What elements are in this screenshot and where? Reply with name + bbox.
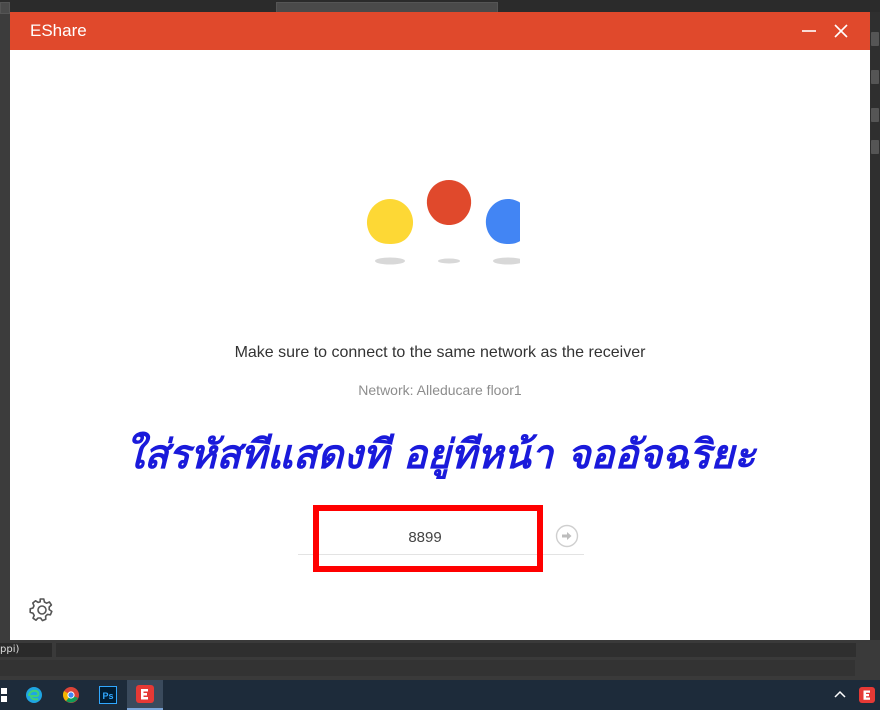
- panel-icon: [871, 32, 879, 46]
- connection-illustration: [366, 180, 520, 265]
- background-status-label: ppi): [0, 643, 52, 657]
- taskbar: Ps: [0, 680, 880, 710]
- taskbar-eshare[interactable]: [127, 680, 163, 710]
- background-scrollbar[interactable]: [56, 643, 856, 657]
- minimize-button[interactable]: [797, 19, 821, 43]
- chevron-up-icon: [834, 690, 846, 698]
- eshare-window: EShare Make sure to connect to the same: [10, 12, 870, 640]
- minimize-icon: [802, 30, 816, 32]
- yellow-pin-icon: [366, 199, 414, 265]
- panel-icon: [871, 70, 879, 84]
- edge-icon: [26, 687, 42, 703]
- taskbar-edge[interactable]: [16, 680, 52, 710]
- arrow-right-circle-icon: [555, 524, 579, 548]
- taskbar-photoshop[interactable]: Ps: [90, 680, 126, 710]
- background-tab: [0, 2, 10, 14]
- panel-icon: [871, 140, 879, 154]
- title-bar[interactable]: EShare: [10, 12, 870, 50]
- taskbar-chrome[interactable]: [53, 680, 89, 710]
- windows-start-icon: [1, 688, 7, 702]
- chrome-icon: [63, 687, 79, 703]
- settings-button[interactable]: [28, 596, 56, 624]
- close-icon: [834, 24, 848, 38]
- background-app-top-bar: [0, 0, 880, 14]
- red-pin-icon: [426, 180, 472, 264]
- close-button[interactable]: [829, 19, 853, 43]
- thai-annotation: ใส่รหัสทีแสดงที อยู่ทีหน้า จออัจฉริยะ: [124, 431, 756, 478]
- pin-code-input[interactable]: [330, 522, 520, 552]
- window-title: EShare: [30, 21, 87, 40]
- gear-icon: [29, 598, 53, 622]
- network-name: Network: Alleducare floor1: [358, 382, 522, 398]
- eshare-icon: [136, 685, 154, 703]
- network-instruction: Make sure to connect to the same network…: [234, 344, 646, 361]
- panel-icon: [871, 108, 879, 122]
- photoshop-label: Ps: [102, 691, 113, 701]
- eshare-tray-icon: [859, 687, 875, 703]
- tray-eshare[interactable]: [849, 680, 880, 710]
- connect-button[interactable]: [555, 524, 579, 548]
- background-right-panel: [870, 12, 880, 640]
- code-underline: [298, 554, 584, 555]
- blue-pin-icon: [485, 199, 520, 265]
- photoshop-icon: Ps: [99, 686, 117, 704]
- background-panel-bar: [0, 660, 855, 676]
